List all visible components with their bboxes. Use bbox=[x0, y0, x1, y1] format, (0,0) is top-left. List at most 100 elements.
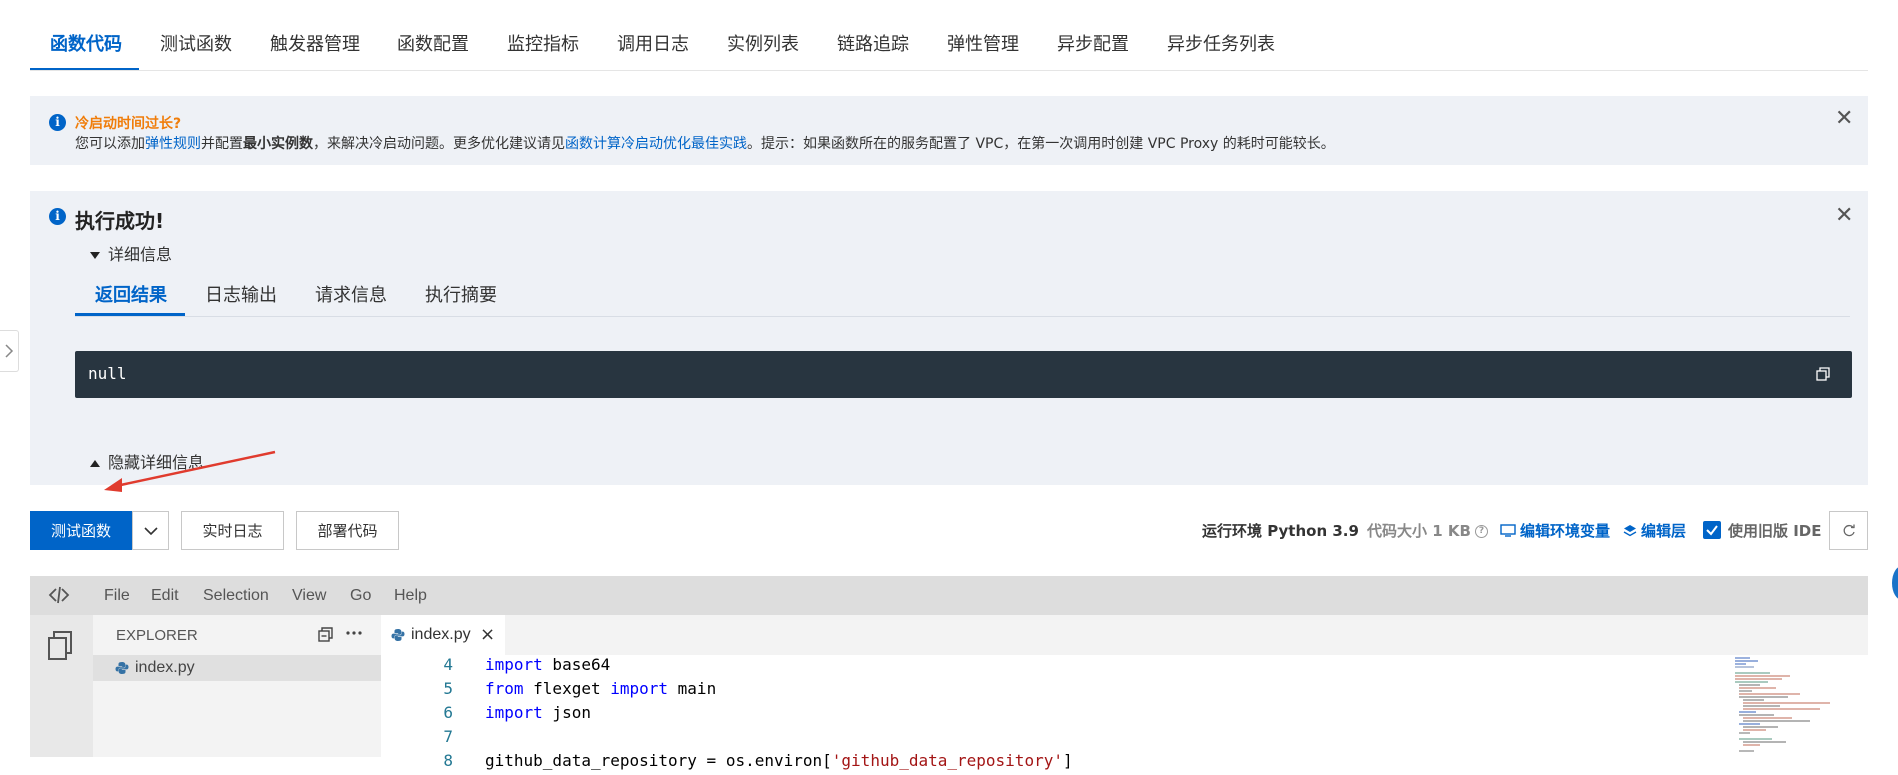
tab-elastic-management[interactable]: 弹性管理 bbox=[947, 30, 1019, 56]
tab-log-output[interactable]: 日志输出 bbox=[205, 281, 277, 307]
editor-tab-name: index.py bbox=[411, 626, 471, 643]
active-result-tab-indicator bbox=[75, 313, 185, 316]
checkmark-icon bbox=[1706, 525, 1718, 536]
edit-layer-label: 编辑层 bbox=[1641, 522, 1687, 540]
info-icon: i bbox=[49, 114, 66, 131]
tab-execution-summary[interactable]: 执行摘要 bbox=[425, 281, 497, 307]
realtime-log-button[interactable]: 实时日志 bbox=[181, 511, 284, 550]
code-text: import base64 bbox=[485, 655, 610, 674]
elastic-rules-link[interactable]: 弹性规则 bbox=[145, 136, 201, 152]
notice-close-icon[interactable]: ✕ bbox=[1835, 108, 1853, 130]
test-function-button[interactable]: 测试函数 bbox=[30, 511, 132, 550]
use-old-ide-label[interactable]: 使用旧版 IDE bbox=[1728, 520, 1822, 541]
help-icon[interactable]: ? bbox=[1474, 525, 1488, 538]
code-keyword: import bbox=[610, 679, 669, 698]
chevron-down-icon bbox=[143, 527, 158, 536]
menu-selection[interactable]: Selection bbox=[203, 587, 269, 605]
tab-close-icon[interactable]: × bbox=[480, 624, 495, 645]
tab-function-config[interactable]: 函数配置 bbox=[397, 30, 469, 56]
code-keyword: from bbox=[485, 679, 524, 698]
line-number: 6 bbox=[443, 703, 453, 722]
files-icon[interactable] bbox=[48, 631, 74, 661]
result-close-icon[interactable]: ✕ bbox=[1835, 205, 1853, 227]
menu-help[interactable]: Help bbox=[394, 587, 427, 605]
line-number: 7 bbox=[443, 727, 453, 746]
result-title: 执行成功! bbox=[75, 209, 165, 233]
notice-text-part: 并配置 bbox=[201, 136, 243, 152]
tab-async-task-list[interactable]: 异步任务列表 bbox=[1167, 30, 1275, 56]
cold-start-notice: i 冷启动时间过长? 您可以添加弹性规则并配置最小实例数，来解决冷启动问题。更多… bbox=[30, 96, 1868, 165]
menu-edit[interactable]: Edit bbox=[151, 587, 179, 605]
floating-assistant-button[interactable] bbox=[1892, 566, 1898, 600]
code-size-value: 1 KB bbox=[1432, 522, 1471, 540]
runtime-label: 运行环境 bbox=[1202, 522, 1263, 540]
code-size-info: 代码大小 1 KB? bbox=[1367, 520, 1488, 541]
explorer-file-name: index.py bbox=[135, 659, 195, 676]
editor-tab-index-py[interactable]: index.py × bbox=[381, 615, 505, 655]
editor-minimap[interactable] bbox=[1730, 655, 1856, 757]
deploy-code-button[interactable]: 部署代码 bbox=[296, 511, 399, 550]
tab-request-info[interactable]: 请求信息 bbox=[315, 281, 387, 307]
menu-go[interactable]: Go bbox=[350, 587, 371, 605]
env-variables-icon bbox=[1500, 524, 1516, 537]
refresh-button[interactable] bbox=[1829, 511, 1868, 550]
notice-bold-text: 最小实例数 bbox=[243, 136, 313, 152]
result-output-text: null bbox=[88, 364, 127, 383]
code-token: github_data_repository = os.environ[ bbox=[485, 751, 832, 770]
result-tabs: 返回结果 日志输出 请求信息 执行摘要 bbox=[75, 271, 1850, 317]
refresh-icon bbox=[1843, 524, 1855, 537]
ide-menubar: File Edit Selection View Go Help bbox=[30, 576, 1868, 615]
menu-view[interactable]: View bbox=[292, 587, 326, 605]
layers-icon bbox=[1623, 525, 1637, 537]
edit-env-variables-link[interactable]: 编辑环境变量 bbox=[1500, 520, 1610, 541]
details-toggle-label: 详细信息 bbox=[108, 245, 173, 264]
copy-icon[interactable] bbox=[1816, 367, 1830, 381]
notice-text-part: 。提示：如果函数所在的服务配置了 VPC，在第一次调用时创建 VPC Proxy… bbox=[747, 136, 1335, 152]
caret-up-icon bbox=[90, 460, 100, 467]
code-token: flexget bbox=[523, 679, 611, 698]
code-token: main bbox=[668, 679, 717, 698]
tab-instance-list[interactable]: 实例列表 bbox=[727, 30, 799, 56]
line-number: 8 bbox=[443, 751, 453, 770]
explorer-panel: EXPLORER index.py bbox=[93, 615, 381, 757]
tab-function-code[interactable]: 函数代码 bbox=[50, 30, 122, 56]
explorer-title: EXPLORER bbox=[116, 627, 198, 644]
execution-result-panel: i 执行成功! ✕ 详细信息 返回结果 日志输出 请求信息 执行摘要 null … bbox=[30, 191, 1868, 485]
result-output: null bbox=[75, 351, 1852, 398]
tab-return-result[interactable]: 返回结果 bbox=[95, 281, 167, 307]
caret-down-icon bbox=[90, 252, 100, 259]
edit-env-variables-label: 编辑环境变量 bbox=[1520, 522, 1611, 540]
details-toggle[interactable]: 详细信息 bbox=[90, 241, 172, 265]
test-function-dropdown-button[interactable] bbox=[132, 511, 169, 550]
ide-logo-icon bbox=[48, 586, 70, 604]
notice-title: 冷启动时间过长? bbox=[75, 116, 182, 132]
code-token: ] bbox=[1062, 751, 1073, 770]
notice-text-part: 您可以添加 bbox=[75, 136, 145, 152]
notice-text: 您可以添加弹性规则并配置最小实例数，来解决冷启动问题。更多优化建议请见函数计算冷… bbox=[75, 133, 1335, 153]
use-old-ide-checkbox[interactable] bbox=[1703, 521, 1721, 539]
cold-start-best-practice-link[interactable]: 函数计算冷启动优化最佳实践 bbox=[565, 136, 747, 152]
menu-file[interactable]: File bbox=[104, 587, 130, 605]
tab-trigger-management[interactable]: 触发器管理 bbox=[270, 30, 360, 56]
code-string: 'github_data_repository' bbox=[831, 751, 1063, 770]
code-text: import json bbox=[485, 703, 591, 722]
tab-monitoring-metrics[interactable]: 监控指标 bbox=[507, 30, 579, 56]
tab-invocation-logs[interactable]: 调用日志 bbox=[617, 30, 689, 56]
function-tabs: 函数代码 测试函数 触发器管理 函数配置 监控指标 调用日志 实例列表 链路追踪… bbox=[30, 0, 1868, 71]
collapse-all-icon[interactable] bbox=[318, 627, 334, 642]
more-actions-icon[interactable] bbox=[346, 629, 362, 637]
info-icon: i bbox=[49, 208, 66, 225]
tab-async-config[interactable]: 异步配置 bbox=[1057, 30, 1129, 56]
chevron-right-icon bbox=[5, 344, 14, 358]
edit-layer-link[interactable]: 编辑层 bbox=[1623, 520, 1686, 541]
code-editor[interactable]: 4 import base64 5 from flexget import main 6… bbox=[381, 655, 1856, 770]
tab-test-function[interactable]: 测试函数 bbox=[160, 30, 232, 56]
line-number: 5 bbox=[443, 679, 453, 698]
editor-tab-bar: index.py × bbox=[381, 615, 1868, 655]
code-token: base64 bbox=[542, 655, 611, 674]
minimap-preview bbox=[1735, 657, 1830, 752]
explorer-file-item[interactable]: index.py bbox=[93, 655, 381, 681]
tab-tracing[interactable]: 链路追踪 bbox=[837, 30, 909, 56]
side-panel-expander[interactable] bbox=[0, 330, 19, 372]
runtime-value: Python 3.9 bbox=[1267, 522, 1359, 540]
